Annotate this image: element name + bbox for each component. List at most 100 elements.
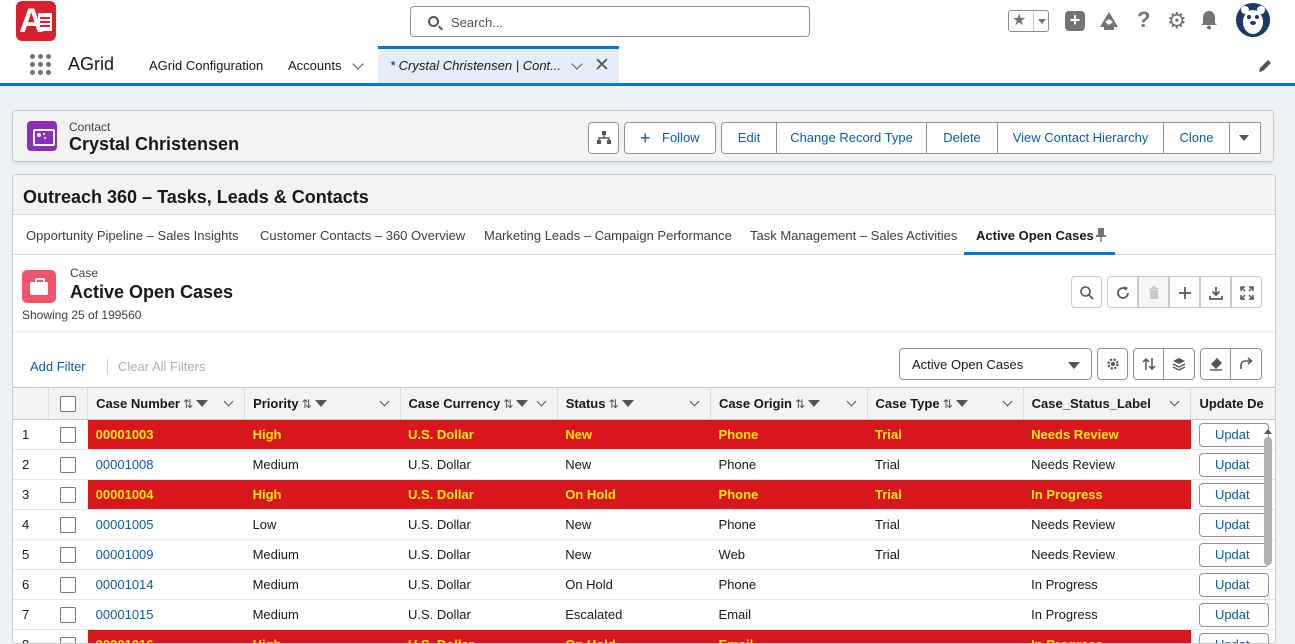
update-button[interactable]: Updat — [1199, 453, 1269, 477]
column-header-case-status-label[interactable]: Case_Status_Label — [1023, 388, 1191, 420]
nav-item-agrid-configuration[interactable]: AGrid Configuration — [149, 58, 263, 73]
row-checkbox[interactable] — [60, 427, 76, 443]
row-checkbox[interactable] — [60, 487, 76, 503]
case-number-link[interactable]: 00001014 — [96, 577, 154, 592]
tab-active-open-cases[interactable]: Active Open Cases — [976, 228, 1094, 243]
sort-icon[interactable]: ⇅ — [183, 397, 193, 411]
chevron-down-icon[interactable] — [690, 397, 700, 407]
table-row[interactable]: 500001009MediumU.S. DollarNewWebTrialNee… — [13, 540, 1276, 570]
user-avatar[interactable] — [1236, 3, 1270, 37]
filter-icon[interactable] — [956, 400, 968, 407]
trailhead-icon[interactable] — [1098, 10, 1120, 32]
row-checkbox[interactable] — [60, 457, 76, 473]
change-record-type-button[interactable]: Change Record Type — [777, 122, 927, 154]
table-row[interactable]: 800001016HighU.S. DollarOn HoldEmailIn P… — [13, 630, 1276, 644]
table-row[interactable]: 700001015MediumU.S. DollarEscalatedEmail… — [13, 600, 1276, 630]
case-number-link[interactable]: 00001009 — [96, 547, 154, 562]
select-all-checkbox[interactable] — [60, 396, 76, 412]
more-actions-button[interactable] — [1230, 122, 1261, 154]
update-button[interactable]: Updat — [1199, 633, 1269, 644]
chevron-down-icon[interactable] — [1002, 397, 1012, 407]
case-number-link[interactable]: 00001003 — [96, 427, 154, 442]
pin-icon[interactable] — [1095, 227, 1107, 243]
table-row[interactable]: 400001005LowU.S. DollarNewPhoneTrialNeed… — [13, 510, 1276, 540]
update-button[interactable]: Updat — [1199, 573, 1269, 597]
column-header-case-type[interactable]: Case Type⇅ — [867, 388, 1023, 420]
column-header-case-number[interactable]: Case Number⇅ — [88, 388, 245, 420]
case-number-link[interactable]: 00001004 — [96, 487, 154, 502]
tab-marketing-leads[interactable]: Marketing Leads – Campaign Performance — [484, 228, 732, 243]
share-button[interactable] — [1231, 348, 1262, 380]
clear-all-filters-link[interactable]: Clear All Filters — [107, 359, 205, 374]
scrollbar-thumb[interactable] — [1264, 437, 1272, 565]
sort-icon[interactable]: ⇅ — [608, 397, 618, 411]
tab-chevron-down-icon[interactable] — [571, 58, 582, 69]
case-number-link[interactable]: 00001015 — [96, 607, 154, 622]
layers-button[interactable] — [1164, 348, 1195, 380]
add-filter-link[interactable]: Add Filter — [30, 359, 86, 374]
update-button[interactable]: Updat — [1199, 483, 1269, 507]
help-icon[interactable]: ? — [1137, 7, 1150, 33]
sort-button[interactable] — [1133, 348, 1164, 380]
update-button[interactable]: Updat — [1199, 543, 1269, 567]
sort-icon[interactable]: ⇅ — [503, 397, 513, 411]
sort-icon[interactable]: ⇅ — [795, 397, 805, 411]
column-header-update[interactable]: Update De — [1191, 388, 1276, 420]
column-header-case-currency[interactable]: Case Currency⇅ — [400, 388, 557, 420]
favorites-button[interactable]: ★ — [1008, 10, 1049, 32]
table-row[interactable]: 200001008MediumU.S. DollarNewPhoneTrialN… — [13, 450, 1276, 480]
grid-settings-button[interactable] — [1097, 348, 1128, 380]
delete-selected-button[interactable] — [1138, 276, 1169, 308]
list-view-select[interactable]: Active Open Cases — [899, 348, 1092, 380]
chevron-down-icon[interactable] — [1170, 397, 1180, 407]
clear-formatting-button[interactable] — [1200, 348, 1231, 380]
column-header-status[interactable]: Status⇅ — [557, 388, 710, 420]
tab-customer-contacts[interactable]: Customer Contacts – 360 Overview — [260, 228, 465, 243]
favorites-star-icon[interactable]: ★ — [1012, 11, 1026, 31]
table-row[interactable]: 600001014MediumU.S. DollarOn HoldPhoneIn… — [13, 570, 1276, 600]
view-hierarchy-icon-button[interactable] — [588, 122, 619, 154]
expand-button[interactable] — [1231, 276, 1262, 308]
favorites-menu-chevron-icon[interactable] — [1033, 11, 1049, 31]
update-button[interactable]: Updat — [1199, 603, 1269, 627]
table-row[interactable]: 300001004HighU.S. DollarOn HoldPhoneTria… — [13, 480, 1276, 510]
row-checkbox[interactable] — [60, 577, 76, 593]
column-header-priority[interactable]: Priority⇅ — [245, 388, 400, 420]
filter-icon[interactable] — [622, 400, 634, 407]
row-checkbox[interactable] — [60, 547, 76, 563]
global-add-icon[interactable]: + — [1065, 11, 1085, 31]
edit-button[interactable]: Edit — [721, 122, 777, 154]
column-header-case-origin[interactable]: Case Origin⇅ — [711, 388, 867, 420]
delete-button[interactable]: Delete — [927, 122, 998, 154]
tab-opportunity-pipeline[interactable]: Opportunity Pipeline – Sales Insights — [26, 228, 238, 243]
edit-nav-pencil-icon[interactable] — [1257, 58, 1273, 74]
filter-icon[interactable] — [315, 400, 327, 407]
setup-gear-icon[interactable]: ⚙ — [1167, 8, 1187, 34]
search-list-button[interactable] — [1071, 276, 1102, 308]
table-row[interactable]: 100001003HighU.S. DollarNewPhoneTrialNee… — [13, 420, 1276, 450]
filter-icon[interactable] — [808, 400, 820, 407]
sort-icon[interactable]: ⇅ — [943, 397, 953, 411]
update-button[interactable]: Updat — [1199, 423, 1269, 447]
app-launcher-icon[interactable] — [30, 54, 52, 76]
row-checkbox[interactable] — [60, 517, 76, 533]
search-input[interactable] — [449, 12, 789, 32]
accounts-chevron-down-icon[interactable] — [352, 58, 363, 69]
notifications-bell-icon[interactable] — [1200, 10, 1218, 30]
chevron-down-icon[interactable] — [379, 397, 389, 407]
table-scrollbar[interactable] — [1263, 425, 1273, 644]
chevron-down-icon[interactable] — [846, 397, 856, 407]
clone-button[interactable]: Clone — [1164, 122, 1230, 154]
case-number-link[interactable]: 00001005 — [96, 517, 154, 532]
update-button[interactable]: Updat — [1199, 513, 1269, 537]
row-checkbox[interactable] — [60, 607, 76, 623]
download-button[interactable] — [1200, 276, 1231, 308]
chevron-down-icon[interactable] — [224, 397, 234, 407]
global-search[interactable] — [410, 6, 810, 37]
refresh-button[interactable] — [1107, 276, 1138, 308]
chevron-down-icon[interactable] — [536, 397, 546, 407]
row-checkbox[interactable] — [60, 637, 76, 644]
close-tab-icon[interactable]: ✕ — [594, 54, 610, 77]
view-contact-hierarchy-button[interactable]: View Contact Hierarchy — [998, 122, 1164, 154]
filter-icon[interactable] — [516, 400, 528, 407]
